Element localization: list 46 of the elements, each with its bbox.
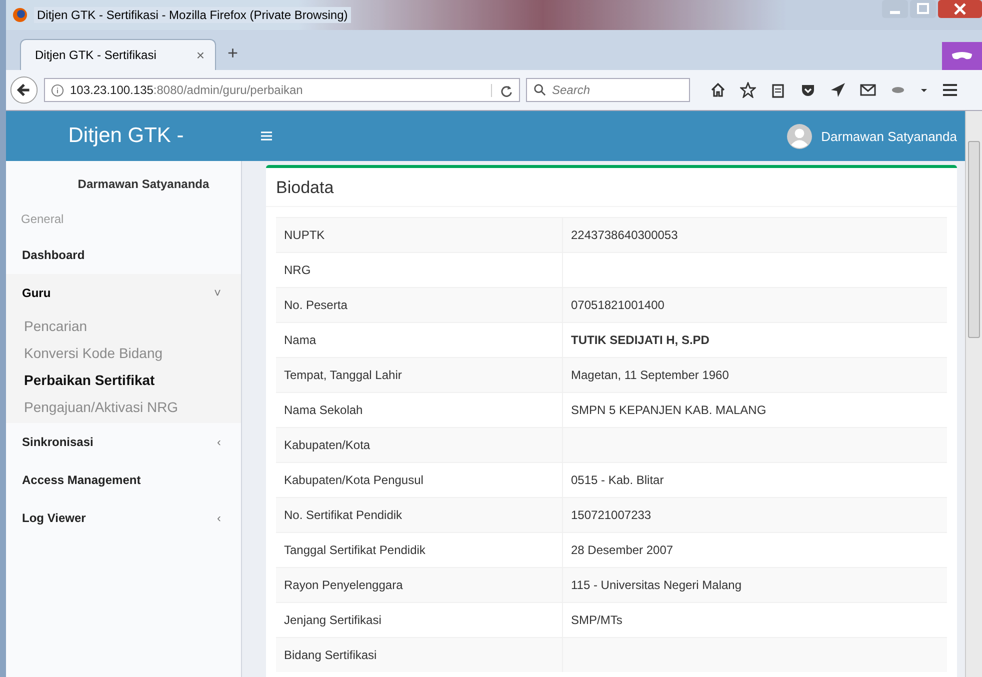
table-cell: Magetan, 11 September 1960 — [562, 358, 947, 392]
table-cell: 115 - Universitas Negeri Malang — [562, 568, 947, 602]
table-cell: No. Peserta — [276, 288, 562, 322]
mail-icon[interactable] — [860, 82, 876, 98]
scrollbar[interactable] — [965, 111, 982, 677]
private-mask-icon — [942, 42, 982, 70]
home-icon[interactable] — [710, 82, 726, 98]
table-cell: 150721007233 — [562, 498, 947, 532]
info-icon — [51, 84, 64, 96]
browser-tab[interactable]: Ditjen GTK - Sertifikasi × — [20, 39, 216, 70]
search-icon — [533, 83, 546, 96]
address-field[interactable]: 103.23.100.135:8080/admin/guru/perbaikan — [44, 78, 520, 102]
table-cell: 07051821001400 — [562, 288, 947, 322]
star-icon[interactable] — [740, 82, 756, 98]
back-icon[interactable] — [10, 76, 38, 104]
search-field[interactable]: Search — [526, 78, 690, 102]
sidebar-item[interactable]: Dashboard — [6, 236, 241, 274]
sidebar-item[interactable]: Sinkronisasi ‹ — [6, 423, 241, 461]
dropdown-icon[interactable] — [920, 86, 928, 94]
brand-title: Ditjen GTK - — [68, 124, 184, 147]
table-cell: Rayon Penyelenggara — [276, 568, 562, 602]
table-cell: 2243738640300053 — [562, 218, 947, 252]
table-cell: Bidang Sertifikasi — [276, 638, 562, 672]
new-tab-button[interactable]: + — [228, 43, 238, 64]
clipboard-icon[interactable] — [770, 82, 786, 98]
close-icon[interactable] — [938, 0, 982, 18]
paper-plane-icon[interactable] — [830, 82, 846, 98]
reload-icon[interactable] — [491, 84, 513, 96]
sidebar-item[interactable]: Access Management — [6, 461, 241, 499]
sidebar-section-label: General — [20, 211, 65, 228]
table-cell: No. Sertifikat Pendidik — [276, 498, 562, 532]
submenu-item[interactable]: Perbaikan Sertifikat — [6, 366, 241, 393]
card-title: Biodata — [266, 168, 957, 207]
table-cell: Tempat, Tanggal Lahir — [276, 358, 562, 392]
window-title: Ditjen GTK - Sertifikasi - Mozilla Firefox (Private Browsing) — [34, 7, 351, 23]
user-name[interactable]: Darmawan Satyananda — [821, 128, 957, 144]
table-cell: Kabupaten/Kota — [276, 428, 562, 462]
table-cell: NUPTK — [276, 218, 562, 252]
url-text: 103.23.100.135:8080/admin/guru/perbaikan — [70, 83, 304, 97]
avatar-icon — [787, 124, 812, 148]
sidebar-item[interactable]: Log Viewer ‹ — [6, 499, 241, 537]
menu-icon[interactable] — [942, 82, 958, 98]
sidebar-user-name: Darmawan Satyananda — [76, 176, 210, 193]
tab-title: Ditjen GTK - Sertifikasi — [35, 48, 156, 62]
tab-close-button[interactable]: × — [196, 47, 205, 63]
pocket-icon[interactable] — [800, 82, 816, 98]
